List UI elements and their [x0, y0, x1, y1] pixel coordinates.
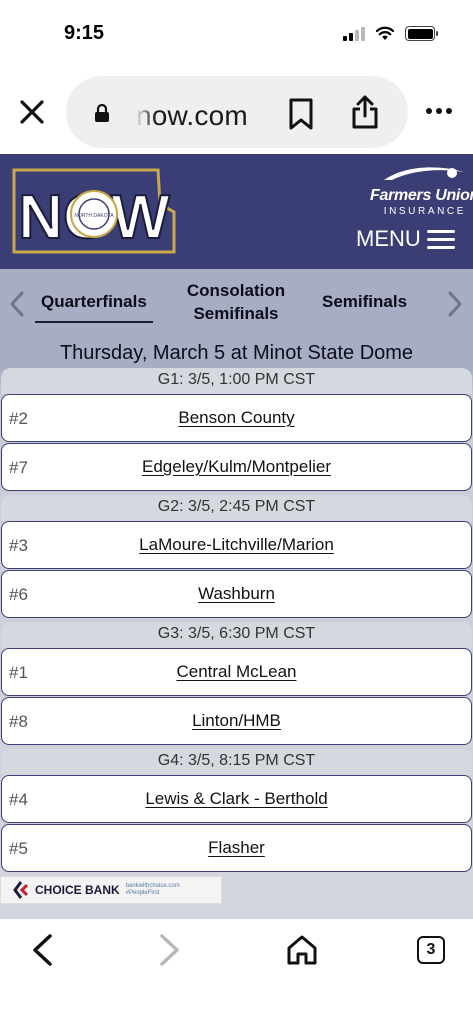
- farmers-union-logo[interactable]: Farmers Union INSURANCE: [370, 164, 473, 217]
- back-arrow-icon[interactable]: [30, 933, 54, 967]
- team-row[interactable]: #3 LaMoure-Litchville/Marion: [1, 521, 472, 569]
- team-row[interactable]: #8 Linton/HMB: [1, 697, 472, 745]
- now-logo[interactable]: NOW NORTH DAKOTA: [8, 164, 180, 259]
- menu-button[interactable]: MENU: [356, 226, 455, 252]
- schedule: Thursday, March 5 at Minot State Dome G1…: [0, 339, 473, 919]
- team-row[interactable]: #1 Central McLean: [1, 648, 472, 696]
- chevron-right-icon[interactable]: [447, 291, 463, 317]
- tab-quarterfinals[interactable]: Quarterfinals: [35, 290, 153, 323]
- tabs-button[interactable]: 3: [417, 936, 445, 964]
- date-heading: Thursday, March 5 at Minot State Dome: [59, 342, 414, 364]
- close-icon[interactable]: [18, 98, 46, 126]
- team-link[interactable]: Linton/HMB: [2, 711, 471, 731]
- logo-ring-text: NORTH DAKOTA: [74, 213, 114, 219]
- status-bar: 9:15: [0, 0, 473, 70]
- sponsor-name: CHOICE BANK: [35, 883, 120, 897]
- team-link[interactable]: Edgeley/Kulm/Montpelier: [2, 457, 471, 477]
- tab-consolation-semifinals[interactable]: Consolation Semifinals: [178, 279, 294, 325]
- sponsor-banner[interactable]: CHOICE BANK bankwithchoice.com #PeopleFi…: [0, 876, 222, 904]
- hamburger-icon: [426, 229, 455, 249]
- team-row[interactable]: #7 Edgeley/Kulm/Montpelier: [1, 443, 472, 491]
- home-icon[interactable]: [286, 934, 318, 966]
- team-row[interactable]: #5 Flasher: [1, 824, 472, 872]
- menu-label: MENU: [356, 226, 421, 251]
- game-header: G2: 3/5, 2:45 PM CST: [1, 495, 472, 521]
- farmers-union-swoosh-icon: [384, 167, 464, 180]
- lock-icon: [95, 103, 109, 122]
- sponsor-tagline: bankwithchoice.com #PeopleFirst: [125, 883, 180, 896]
- game-header: G1: 3/5, 1:00 PM CST: [1, 368, 472, 394]
- team-link[interactable]: Lewis & Clark - Berthold: [2, 789, 471, 809]
- bookmark-icon[interactable]: [288, 98, 314, 130]
- team-row[interactable]: #4 Lewis & Clark - Berthold: [1, 775, 472, 823]
- url-fade: [130, 92, 156, 132]
- chevron-left-icon[interactable]: [9, 291, 25, 317]
- wifi-icon: [375, 26, 395, 40]
- status-time: 9:15: [64, 22, 105, 44]
- farmers-union-sub: INSURANCE: [383, 206, 466, 217]
- choice-bank-logo-icon: [13, 881, 29, 899]
- game-card: G2: 3/5, 2:45 PM CST #3 LaMoure-Litchvil…: [0, 495, 473, 618]
- team-link[interactable]: Washburn: [2, 584, 471, 604]
- url-field[interactable]: now.com: [66, 76, 408, 148]
- browser-address-bar: now.com: [0, 70, 473, 154]
- more-options-icon[interactable]: [426, 108, 452, 114]
- team-row[interactable]: #6 Washburn: [1, 570, 472, 618]
- site-header: NOW NORTH DAKOTA Farmers Union INSURANCE…: [0, 154, 473, 269]
- team-row[interactable]: #2 Benson County: [1, 394, 472, 442]
- game-card: G1: 3/5, 1:00 PM CST #2 Benson County #7…: [0, 368, 473, 491]
- cellular-signal-icon: [343, 26, 365, 41]
- team-link[interactable]: Benson County: [2, 408, 471, 428]
- game-card: G3: 3/5, 6:30 PM CST #1 Central McLean #…: [0, 622, 473, 745]
- battery-icon: [405, 26, 438, 41]
- game-header: G4: 3/5, 8:15 PM CST: [1, 749, 472, 775]
- browser-toolbar: 3: [0, 919, 473, 1024]
- team-link[interactable]: Flasher: [2, 838, 471, 858]
- forward-arrow-icon[interactable]: [158, 933, 182, 967]
- tab-semifinals[interactable]: Semifinals: [322, 290, 407, 313]
- status-icons: [343, 26, 438, 41]
- rounds-nav: Quarterfinals Consolation Semifinals Sem…: [0, 269, 473, 339]
- game-card: G4: 3/5, 8:15 PM CST #4 Lewis & Clark - …: [0, 749, 473, 872]
- team-link[interactable]: Central McLean: [2, 662, 471, 682]
- share-icon[interactable]: [350, 94, 380, 130]
- game-header: G3: 3/5, 6:30 PM CST: [1, 622, 472, 648]
- farmers-union-name: Farmers Union: [370, 187, 473, 204]
- team-link[interactable]: LaMoure-Litchville/Marion: [2, 535, 471, 555]
